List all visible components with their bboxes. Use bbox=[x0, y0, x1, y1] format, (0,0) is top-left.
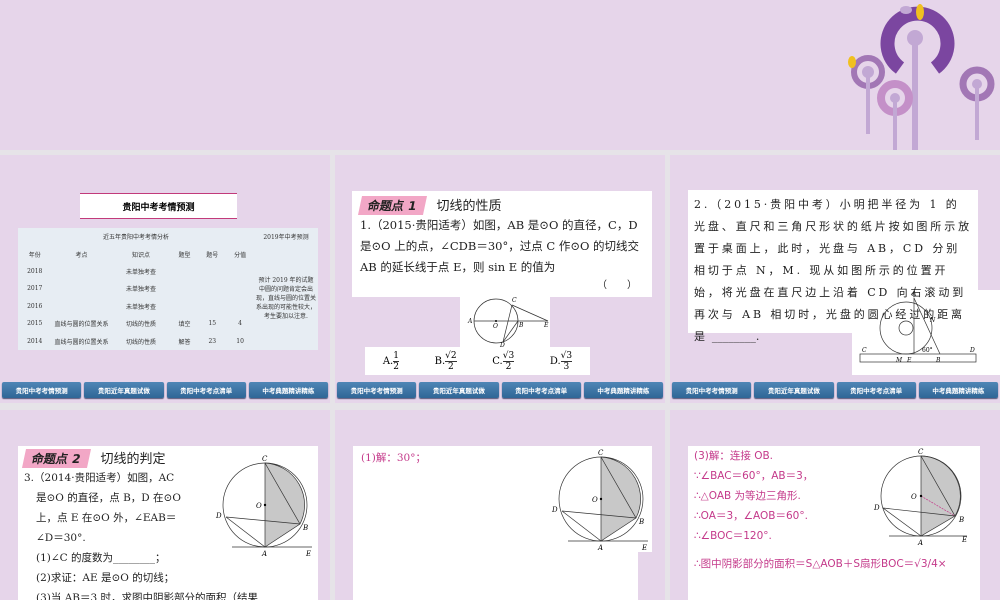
svg-text:A: A bbox=[597, 544, 603, 552]
table-title: 近五年贵阳中考考情分析 bbox=[102, 234, 169, 242]
question-text: 1.（2015·贵阳适考）如图，AB 是⊙O 的直径，C，D 是⊙O 上的点，∠… bbox=[360, 218, 640, 274]
svg-text:C: C bbox=[862, 347, 867, 354]
answer-options: A. 1 2 B. √2 2 C. √3 2 D. √3 3 bbox=[365, 347, 590, 375]
svg-text:B: B bbox=[958, 516, 964, 524]
slide-nav-bar: 贵阳中考考情预测 贵阳近年真题试做 贵阳中考考点清单 中考典题精讲精练 bbox=[0, 382, 330, 398]
svg-text:A: A bbox=[917, 539, 923, 546]
solution-line: ∴图中阴影部分的面积＝S△AOB＋S扇形BOC＝√3/4× bbox=[694, 558, 947, 570]
current-slide-preview bbox=[0, 0, 1000, 150]
svg-text:D: D bbox=[551, 506, 558, 514]
question-box: 2.（2015·贵阳中考）小明把半径为 1 的光盘、直尺和三角尺形状的纸片按如图… bbox=[688, 190, 978, 343]
nav-button[interactable]: 贵阳中考考点清单 bbox=[836, 382, 916, 398]
svg-text:A: A bbox=[467, 318, 473, 325]
nav-button[interactable]: 中考典题精讲精练 bbox=[918, 382, 998, 398]
slide-thumbnail-6[interactable]: (3)解：连接 OB. ∵∠BAC＝60°，AB＝3， ∴△OAB 为等边三角形… bbox=[670, 410, 1000, 600]
slide-nav-bar: 贵阳中考考情预测 贵阳近年真题试做 贵阳中考考点清单 中考典题精讲精练 bbox=[670, 382, 1000, 398]
svg-text:C: C bbox=[262, 455, 268, 463]
nav-button[interactable]: 贵阳中考考点清单 bbox=[166, 382, 246, 398]
topic-tag: 命题点 1 bbox=[357, 196, 427, 215]
slide-thumbnail-1[interactable]: 贵阳中考考情预测 近五年贵阳中考考情分析 2019年中考预测 年份 考点 知识点 题型题… bbox=[0, 155, 330, 403]
topic-heading: 切线的性质 bbox=[436, 199, 502, 214]
exam-analysis-table: 近五年贵阳中考考情分析 2019年中考预测 年份 考点 知识点 题型 题号 分值 预计 20… bbox=[18, 228, 318, 350]
svg-text:E: E bbox=[906, 357, 912, 364]
slide-thumbnail-3[interactable]: 2.（2015·贵阳中考）小明把半径为 1 的光盘、直尺和三角尺形状的纸片按如图… bbox=[670, 155, 1000, 403]
slide-nav-bar: 贵阳中考考情预测 贵阳近年真题试做 贵阳中考考点清单 中考典题精讲精练 bbox=[335, 382, 665, 398]
svg-text:O: O bbox=[493, 323, 498, 330]
prediction-title: 2019年中考预测 bbox=[263, 234, 309, 242]
question-line: (3)当 AB＝3 时，求图中阴影部分的面积（结果 bbox=[36, 592, 259, 600]
nav-button[interactable]: 贵阳中考考情预测 bbox=[2, 382, 82, 398]
svg-text:A: A bbox=[261, 550, 267, 557]
option-b[interactable]: B. √2 2 bbox=[435, 351, 457, 372]
option-c[interactable]: C. √3 2 bbox=[492, 351, 515, 372]
slide-thumbnail-4[interactable]: 命题点 2 切线的判定 3.（2014·贵阳适考）如图，AC 是⊙O 的直径，点 … bbox=[0, 410, 330, 600]
svg-text:O: O bbox=[592, 496, 598, 504]
shaded-circle-figure: C O D B A E bbox=[871, 446, 971, 546]
topic-tag: 命题点 2 bbox=[21, 449, 91, 468]
option-d[interactable]: D. √3 3 bbox=[550, 351, 573, 372]
svg-text:O: O bbox=[911, 493, 917, 501]
question-text: 2.（2015·贵阳中考）小明把半径为 1 的光盘、直尺和三角尺形状的纸片按如图… bbox=[694, 198, 972, 343]
topic-heading: 切线的判定 bbox=[100, 452, 166, 467]
question-line: (2)求证：AE 是⊙O 的切线； bbox=[36, 572, 175, 584]
svg-text:E: E bbox=[305, 550, 311, 557]
svg-text:C: C bbox=[918, 448, 924, 456]
nav-button[interactable]: 贵阳近年真题试做 bbox=[84, 382, 164, 398]
shaded-circle-figure: C O D B A E bbox=[215, 455, 312, 557]
nav-button[interactable]: 贵阳近年真题试做 bbox=[419, 382, 499, 398]
nav-button[interactable]: 贵阳中考考情预测 bbox=[337, 382, 417, 398]
option-a[interactable]: A. 1 2 bbox=[383, 351, 399, 372]
svg-text:B: B bbox=[302, 524, 308, 532]
svg-text:E: E bbox=[543, 322, 549, 329]
shaded-circle-figure: C O D B A E bbox=[548, 446, 652, 552]
svg-text:D: D bbox=[873, 504, 880, 512]
nav-button[interactable]: 贵阳中考考点清单 bbox=[501, 382, 581, 398]
nav-button[interactable]: 中考典题精讲精练 bbox=[583, 382, 663, 398]
answer-blank: ________. bbox=[711, 330, 760, 343]
svg-text:D: D bbox=[215, 512, 222, 520]
svg-text:E: E bbox=[641, 544, 647, 552]
svg-text:B: B bbox=[638, 518, 644, 526]
svg-text:D: D bbox=[969, 347, 975, 354]
prediction-text: 预计 2019 年的试题中圆的问题肯定会出现，直线与圆的位置关系出现的可能性较大… bbox=[256, 277, 317, 321]
slide-thumbnail-5[interactable]: (1)解：30°； CODBAE bbox=[335, 410, 665, 600]
answer-paren: （ ） bbox=[597, 280, 637, 291]
slide-thumbnail-2[interactable]: 命题点 1 切线的性质 1.（2015·贵阳适考）如图，AB 是⊙O 的直径，C，… bbox=[335, 155, 665, 403]
nav-button[interactable]: 贵阳近年真题试做 bbox=[754, 382, 834, 398]
svg-text:O: O bbox=[256, 502, 262, 510]
svg-text:E: E bbox=[961, 536, 967, 544]
svg-text:C: C bbox=[512, 297, 517, 304]
svg-text:B: B bbox=[935, 357, 941, 364]
nav-button[interactable]: 中考典题精讲精练 bbox=[248, 382, 328, 398]
svg-text:C: C bbox=[598, 449, 604, 457]
slide-banner: 贵阳中考考情预测 bbox=[80, 193, 237, 219]
table-header: 年份 考点 知识点 题型 题号 分值 预计 2019 年的试题中圆的问题肯定会出现，直线与… bbox=[18, 245, 318, 321]
nav-button[interactable]: 贵阳中考考情预测 bbox=[672, 382, 752, 398]
circle-figure: AOBECD bbox=[460, 295, 550, 349]
svg-text:B: B bbox=[518, 322, 524, 329]
flower-decoration-icon bbox=[848, 4, 995, 150]
svg-text:M: M bbox=[895, 357, 903, 364]
svg-text:60°: 60° bbox=[922, 347, 933, 354]
